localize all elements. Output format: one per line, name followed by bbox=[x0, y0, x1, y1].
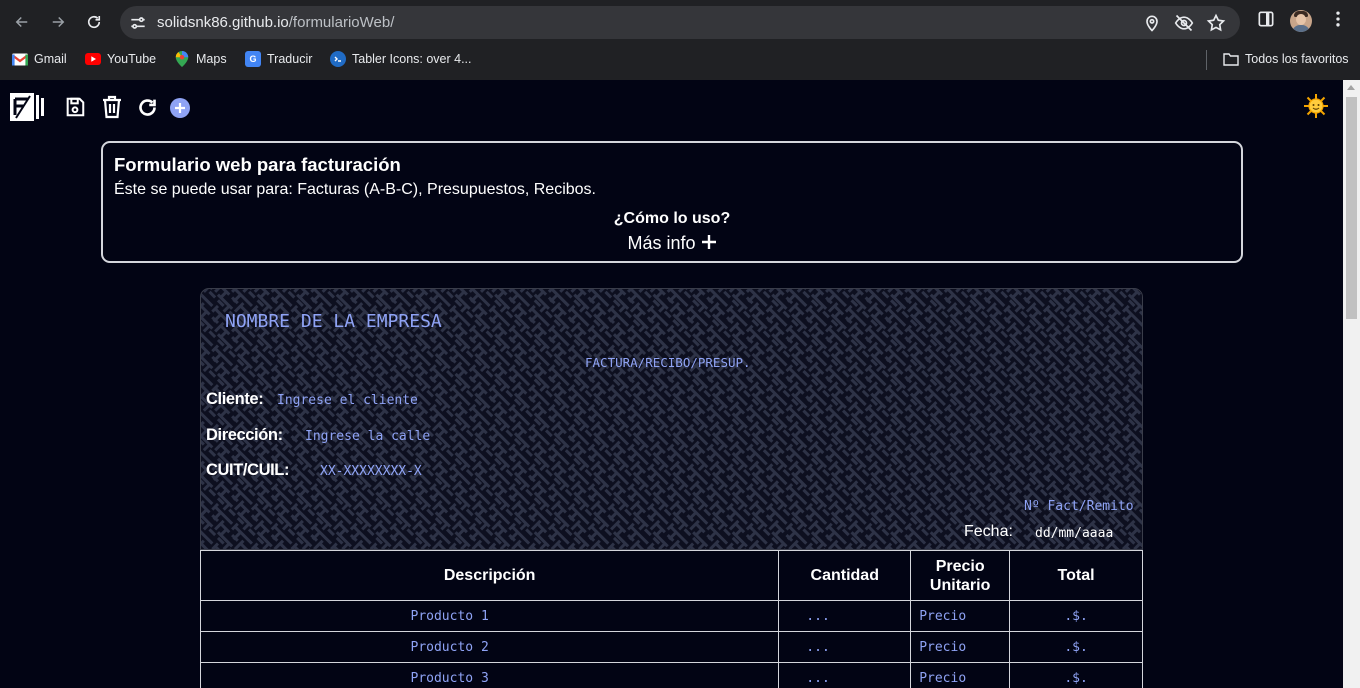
table-row: Producto 1 ... Precio .$. bbox=[199, 600, 1143, 632]
side-panel-icon[interactable] bbox=[1256, 9, 1276, 29]
document-type-field[interactable]: FACTURA/RECIBO/PRESUP. bbox=[585, 355, 751, 370]
more-info-toggle[interactable]: Más info bbox=[103, 233, 1241, 255]
client-label: Cliente: bbox=[206, 390, 264, 408]
company-name-field[interactable]: NOMBRE DE LA EMPRESA bbox=[225, 311, 442, 332]
invoice-header: NOMBRE DE LA EMPRESA FACTURA/RECIBO/PRES… bbox=[200, 288, 1143, 550]
profile-avatar[interactable] bbox=[1290, 10, 1312, 32]
description-cell[interactable]: Producto 3 bbox=[199, 662, 780, 688]
reload-button[interactable] bbox=[80, 8, 108, 36]
scrollbar-thumb[interactable] bbox=[1346, 97, 1357, 319]
bookmark-tabler[interactable]: Tabler Icons: over 4... bbox=[330, 50, 472, 68]
sun-theme-icon[interactable] bbox=[1304, 94, 1328, 118]
more-menu-icon[interactable] bbox=[1328, 9, 1348, 29]
header-total: Total bbox=[1009, 550, 1143, 601]
refresh-icon[interactable] bbox=[137, 97, 158, 123]
page-content: Formulario web para facturación Éste se … bbox=[0, 80, 1343, 688]
translate-icon: G bbox=[245, 51, 261, 67]
how-to-use-heading: ¿Cómo lo uso? bbox=[613, 210, 731, 227]
folder-icon bbox=[1223, 51, 1239, 67]
site-settings-icon[interactable] bbox=[128, 13, 148, 33]
url-text: solidsnk86.github.io/formularioWeb/ bbox=[157, 14, 395, 31]
info-title: Formulario web para facturación bbox=[114, 154, 401, 175]
address-label: Dirección: bbox=[206, 426, 283, 444]
plus-icon bbox=[701, 234, 717, 255]
bookmark-youtube[interactable]: YouTube bbox=[85, 50, 156, 68]
bookmarks-separator bbox=[1206, 50, 1207, 70]
gmail-icon bbox=[12, 51, 28, 67]
table-header-row: Descripción Cantidad Precio Unitario Tota… bbox=[199, 550, 1143, 601]
price-cell[interactable]: Precio bbox=[910, 662, 1011, 688]
date-label: Fecha: bbox=[964, 523, 1013, 540]
cuit-input[interactable]: XX-XXXXXXXX-X bbox=[320, 464, 422, 479]
description-cell[interactable]: Producto 2 bbox=[199, 631, 780, 663]
client-input[interactable]: Ingrese el cliente bbox=[277, 393, 418, 408]
eye-off-icon[interactable] bbox=[1174, 13, 1194, 33]
bookmark-translate[interactable]: G Traducir bbox=[245, 50, 312, 68]
total-cell: .$. bbox=[1009, 662, 1143, 688]
star-icon[interactable] bbox=[1206, 13, 1226, 33]
description-cell[interactable]: Producto 1 bbox=[199, 600, 780, 632]
back-button[interactable] bbox=[8, 8, 36, 36]
page-scrollbar[interactable] bbox=[1343, 80, 1360, 688]
header-description: Descripción bbox=[199, 550, 780, 601]
tabler-icon bbox=[330, 51, 346, 67]
all-bookmarks-folder[interactable]: Todos los favoritos bbox=[1223, 50, 1349, 68]
total-cell: .$. bbox=[1009, 600, 1143, 632]
price-cell[interactable]: Precio bbox=[910, 600, 1011, 632]
header-quantity: Cantidad bbox=[778, 550, 912, 601]
total-cell: .$. bbox=[1009, 631, 1143, 663]
trash-icon[interactable] bbox=[101, 95, 123, 124]
info-subtitle: Éste se puede usar para: Facturas (A-B-C… bbox=[114, 181, 596, 198]
maps-icon bbox=[174, 51, 190, 67]
save-icon[interactable] bbox=[64, 96, 86, 123]
table-row: Producto 2 ... Precio .$. bbox=[199, 631, 1143, 663]
scroll-up-icon[interactable] bbox=[1347, 85, 1355, 90]
bookmark-maps[interactable]: Maps bbox=[174, 50, 227, 68]
address-bar[interactable]: solidsnk86.github.io/formularioWeb/ bbox=[120, 6, 1240, 39]
price-cell[interactable]: Precio bbox=[910, 631, 1011, 663]
quantity-cell[interactable]: ... bbox=[778, 600, 912, 632]
browser-toolbar: solidsnk86.github.io/formularioWeb/ Gmai… bbox=[0, 0, 1360, 80]
info-panel: Formulario web para facturación Éste se … bbox=[101, 141, 1243, 263]
quantity-cell[interactable]: ... bbox=[778, 662, 912, 688]
invoice-number-field[interactable]: Nº Fact/Remito bbox=[1024, 499, 1134, 514]
quantity-cell[interactable]: ... bbox=[778, 631, 912, 663]
bookmark-gmail[interactable]: Gmail bbox=[12, 50, 67, 68]
logo-icon[interactable] bbox=[10, 93, 44, 126]
header-unit-price: Precio Unitario bbox=[910, 550, 1011, 601]
location-icon[interactable] bbox=[1142, 13, 1162, 33]
forward-button[interactable] bbox=[44, 8, 72, 36]
table-row: Producto 3 ... Precio .$. bbox=[199, 662, 1143, 688]
address-input[interactable]: Ingrese la calle bbox=[305, 429, 430, 444]
cuit-label: CUIT/CUIL: bbox=[206, 461, 290, 479]
items-table: Descripción Cantidad Precio Unitario Tota… bbox=[199, 550, 1143, 688]
bookmarks-bar: Gmail YouTube Maps G Traducir Tabler Ico… bbox=[0, 46, 1360, 72]
add-icon[interactable] bbox=[170, 98, 190, 123]
date-input[interactable]: dd/mm/aaaa bbox=[1035, 526, 1113, 541]
youtube-icon bbox=[85, 51, 101, 67]
